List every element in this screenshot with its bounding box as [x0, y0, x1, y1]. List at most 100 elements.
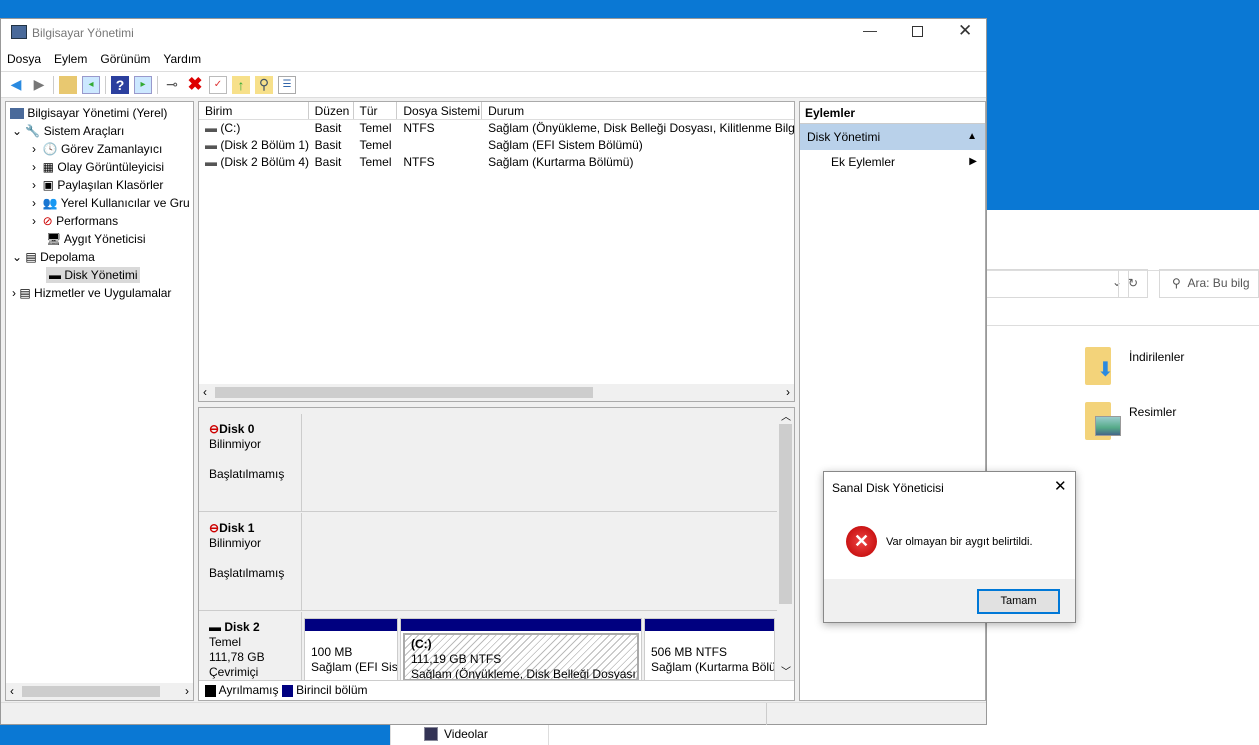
menu-bar: Dosya Eylem Görünüm Yardım: [1, 47, 986, 71]
volume-list: Birim Düzen Tür Dosya Sistemi Durum ▬ (C…: [198, 101, 795, 402]
show-action-pane-icon[interactable]: ▸: [134, 75, 152, 94]
show-hide-tree-icon[interactable]: ◂: [82, 75, 100, 94]
volume-icon: ▬: [205, 138, 221, 152]
legend: Ayrılmamış Birincil bölüm: [199, 680, 794, 700]
volume-icon: ▬: [205, 155, 221, 169]
partition-c[interactable]: (C:) 111,19 GB NTFS Sağlam (Önyükleme, Dis…: [400, 618, 642, 680]
volume-list-header: Birim Düzen Tür Dosya Sistemi Durum: [199, 102, 794, 120]
disk-2-row[interactable]: ▬ Disk 2 Temel 111,78 GB Çevrimiçi 100 MB Sa…: [199, 612, 777, 680]
tree-shared-folders[interactable]: › ▣ Paylaşılan Klasörler: [6, 176, 193, 194]
volume-icon: ▬: [205, 121, 221, 135]
menu-help[interactable]: Yardım: [163, 52, 201, 66]
help-icon[interactable]: ?: [111, 75, 129, 94]
up-folder-icon[interactable]: [59, 75, 77, 94]
tree-local-users[interactable]: › 👥 Yerel Kullanıcılar ve Gru: [6, 194, 193, 212]
search-icon: ⚲: [1172, 276, 1181, 290]
storage-icon: ▤: [25, 250, 37, 264]
ok-button[interactable]: Tamam: [977, 589, 1060, 614]
volume-name: (Disk 2 Bölüm 4): [220, 155, 309, 169]
navigation-tree: Bilgisayar Yönetimi (Yerel) ⌄ 🔧 Sistem A…: [5, 101, 194, 701]
downloads-folder-icon: ⬇: [1085, 347, 1114, 385]
tools-icon: 🔧: [25, 124, 41, 138]
disk-0-row[interactable]: ⊖Disk 0 Bilinmiyor Başlatılmamış: [199, 414, 777, 512]
col-type[interactable]: Tür: [354, 102, 398, 119]
legend-unallocated-swatch: [205, 684, 216, 697]
device-manager-icon: 🖥: [46, 232, 62, 246]
tree-storage[interactable]: ⌄ ▤ Depolama: [6, 248, 193, 266]
partition-efi[interactable]: 100 MBSağlam (EFI Sistem Bölümü): [304, 618, 398, 680]
volume-name: (Disk 2 Bölüm 1): [220, 138, 309, 152]
col-filesystem[interactable]: Dosya Sistemi: [397, 102, 483, 119]
volume-cell: Temel: [359, 121, 392, 135]
tree-performance[interactable]: › ⊘ Performans: [6, 212, 193, 230]
volume-row[interactable]: ▬ (Disk 2 Bölüm 4) Basit Temel NTFS Sağlam (…: [199, 154, 794, 171]
videos-folder-icon: [424, 727, 438, 741]
disk-icon: ▬: [209, 620, 225, 634]
volume-cell: NTFS: [403, 121, 435, 135]
back-arrow-icon[interactable]: ◀: [7, 76, 25, 94]
tree-event-viewer[interactable]: › ▦ Olay Görüntüleyicisi: [6, 158, 193, 176]
folder-videos[interactable]: Videolar: [444, 727, 488, 741]
volume-cell: Sağlam (EFI Sistem Bölümü): [488, 138, 643, 152]
col-status[interactable]: Durum: [482, 102, 794, 119]
volume-cell: Basit: [314, 138, 342, 152]
volume-cell: ▬ (Disk 2 Bölüm 1): [199, 137, 309, 154]
volume-cell: ▬ (Disk 2 Bölüm 4): [199, 154, 309, 171]
tree-task-scheduler[interactable]: › 🕓 Görev Zamanlayıcı: [6, 140, 193, 158]
volume-cell: Temel: [359, 155, 392, 169]
forward-arrow-icon[interactable]: ▶: [30, 76, 48, 94]
volume-cell: ▬ (C:): [199, 120, 309, 137]
volume-row[interactable]: ▬ (Disk 2 Bölüm 1) Basit Temel Sağlam (EFI …: [199, 137, 794, 154]
address-bar[interactable]: ⌄: [987, 269, 1129, 298]
tree-device-manager[interactable]: 🖥 Aygıt Yöneticisi: [6, 230, 193, 248]
volume-horizontal-scrollbar[interactable]: ‹ ›: [199, 384, 794, 401]
event-viewer-icon: ▦: [42, 160, 55, 174]
menu-action[interactable]: Eylem: [54, 52, 87, 66]
volume-row[interactable]: ▬ (C:) Basit Temel NTFS Sağlam (Önyükleme, D…: [199, 120, 794, 137]
users-icon: 👥: [42, 196, 58, 210]
legend-primary-swatch: [281, 684, 293, 697]
pictures-folder-icon: [1085, 402, 1121, 440]
close-button[interactable]: ✕: [958, 21, 972, 41]
tree-horizontal-scrollbar[interactable]: ‹ ›: [6, 683, 193, 700]
volume-cell: Sağlam (Önyükleme, Disk Belleği Dosyası,…: [488, 121, 794, 135]
toolbar: ◀ ▶ ◂ ? ▸ ⊸ ✖ ✓ ↑ ⚲ ☰: [1, 71, 986, 98]
tree-disk-management[interactable]: ▬ Disk Yönetimi: [6, 266, 193, 284]
minimize-button[interactable]: —: [863, 22, 877, 38]
refresh-button[interactable]: ↻: [1118, 269, 1148, 298]
volume-cell: Sağlam (Kurtarma Bölümü): [488, 155, 634, 169]
disk-error-icon: ⊖: [209, 521, 220, 535]
collapse-icon[interactable]: ▲: [967, 124, 977, 150]
disk-1-row[interactable]: ⊖Disk 1 Bilinmiyor Başlatılmamış: [199, 513, 777, 611]
search-input[interactable]: ⚲ Ara: Bu bilg: [1159, 269, 1259, 298]
error-icon: ✕: [846, 526, 877, 557]
action-more-actions[interactable]: Ek Eylemler ▶: [800, 150, 985, 174]
tree-system-tools[interactable]: ⌄ 🔧 Sistem Araçları: [6, 122, 193, 140]
tree-root[interactable]: Bilgisayar Yönetimi (Yerel): [6, 104, 193, 122]
col-layout[interactable]: Düzen: [309, 102, 354, 119]
folder-downloads[interactable]: ⬇ İndirilenler: [1085, 345, 1255, 390]
clock-icon: 🕓: [42, 142, 58, 156]
actions-title: Eylemler: [800, 102, 985, 124]
maximize-button[interactable]: [912, 26, 923, 37]
col-volume[interactable]: Birim: [199, 102, 309, 119]
menu-file[interactable]: Dosya: [7, 52, 41, 66]
open-folder-icon[interactable]: ↑: [232, 75, 250, 94]
menu-view[interactable]: Görünüm: [100, 52, 150, 66]
computer-icon: [10, 108, 24, 120]
folder-pictures[interactable]: Resimler: [1085, 402, 1255, 447]
connect-drive-icon[interactable]: ⊸: [163, 76, 181, 94]
properties-icon[interactable]: ✓: [209, 75, 227, 94]
partition-recovery[interactable]: 506 MB NTFSSağlam (Kurtarma Bölümü): [644, 618, 775, 680]
delete-icon[interactable]: ✖: [186, 74, 204, 94]
tree-services[interactable]: › ▤ Hizmetler ve Uygulamalar: [6, 284, 193, 302]
actions-section-disk-management[interactable]: Disk Yönetimi ▲: [800, 124, 985, 150]
dialog-message: Var olmayan bir aygıt belirtildi.: [886, 536, 1033, 548]
search-folder-icon[interactable]: ⚲: [255, 75, 273, 94]
title-bar[interactable]: Bilgisayar Yönetimi — ✕: [1, 19, 986, 47]
dialog-close-button[interactable]: ✕: [1054, 477, 1067, 495]
checklist-icon[interactable]: ☰: [278, 75, 296, 94]
error-dialog: Sanal Disk Yöneticisi ✕ ✕ Var olmayan bi…: [823, 471, 1076, 623]
disk-error-icon: ⊖: [209, 422, 220, 436]
disk-view-scrollbar[interactable]: ︿ ﹀: [777, 408, 794, 680]
